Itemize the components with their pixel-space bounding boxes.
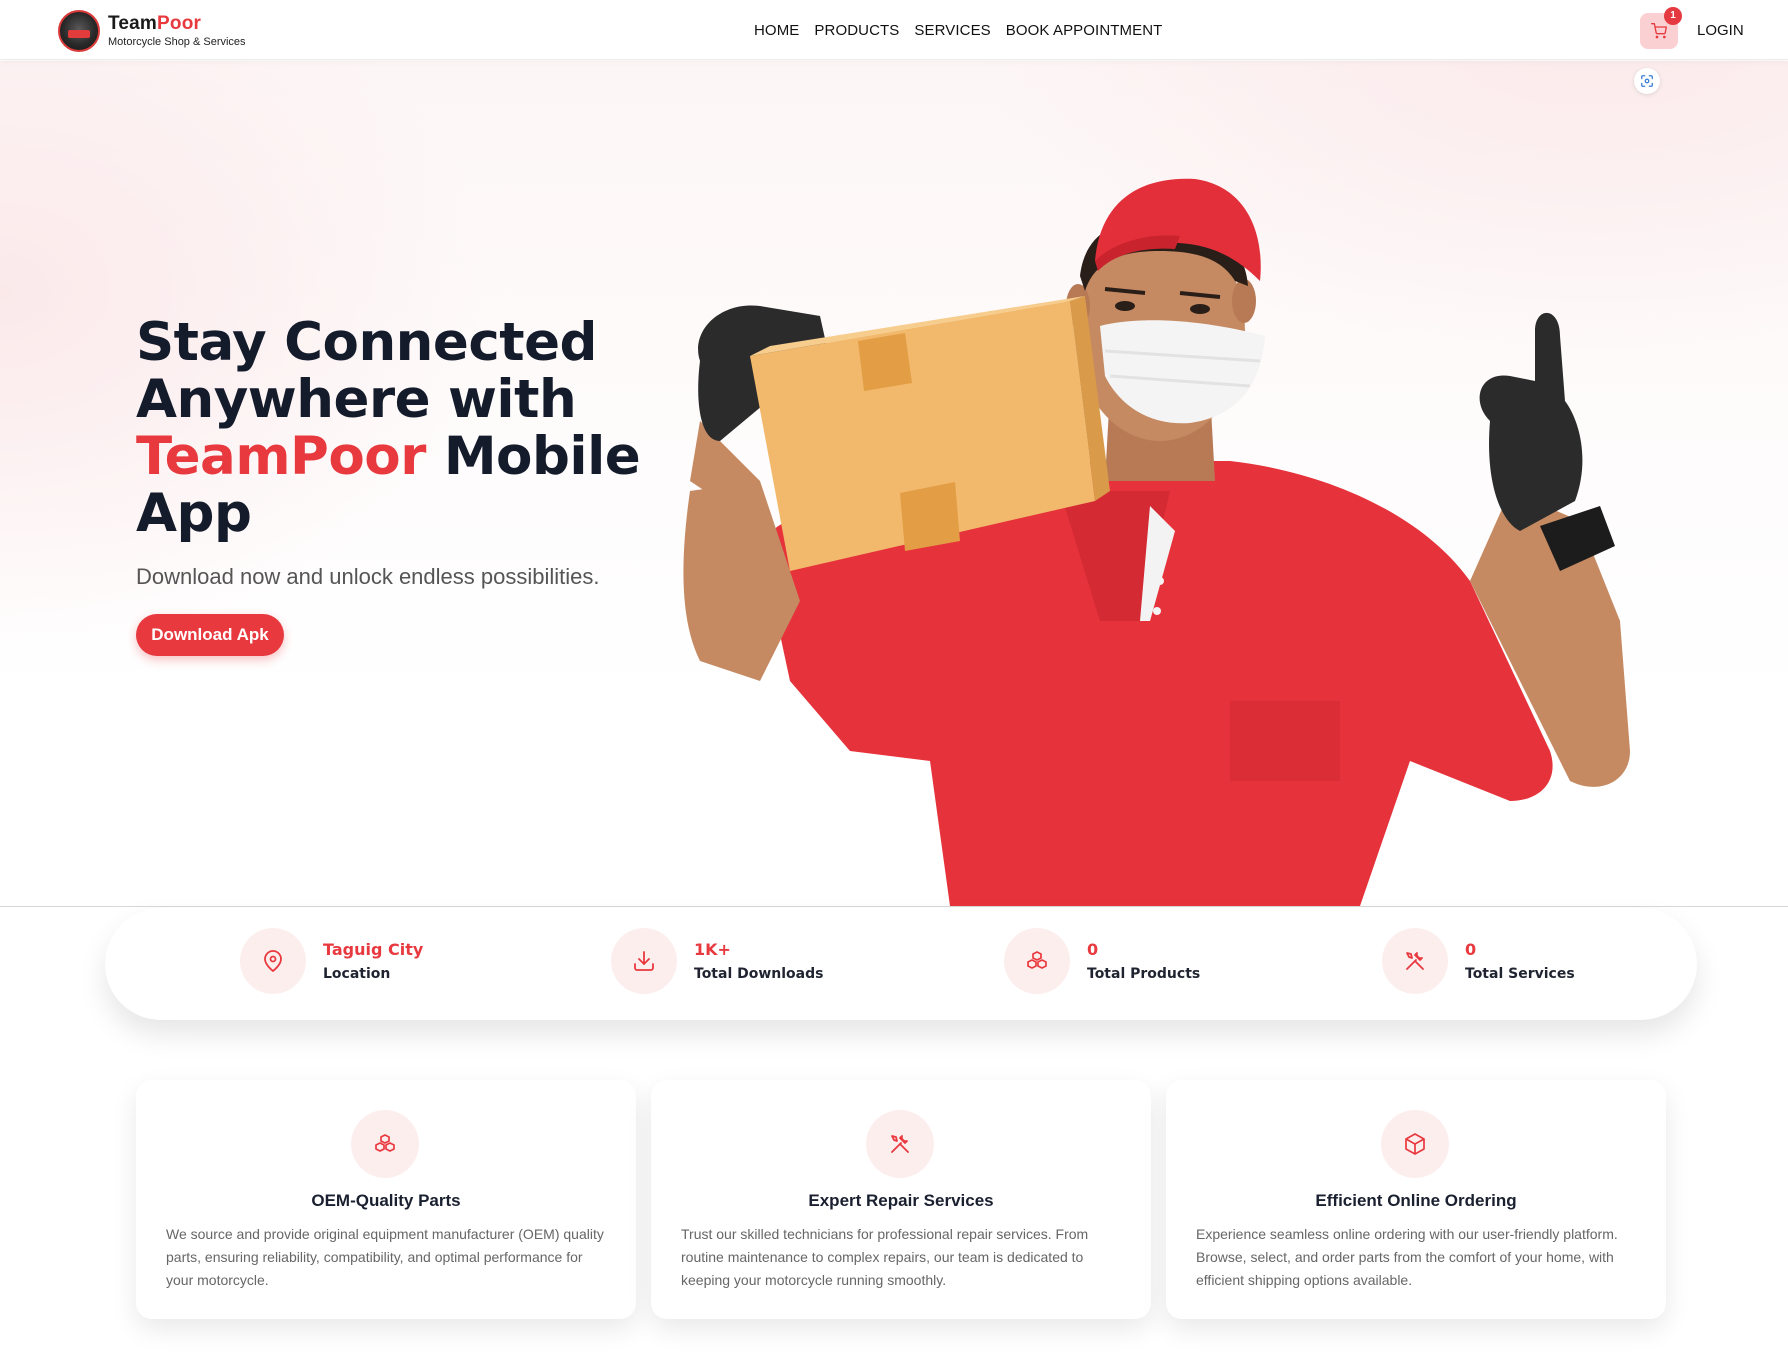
boxes-icon <box>1004 928 1070 994</box>
card-title: Efficient Online Ordering <box>1315 1191 1517 1210</box>
nav-services-link[interactable]: SERVICES <box>914 22 990 39</box>
stat-products: 0 Total Products <box>1004 928 1200 994</box>
brand-name-part2: Poor <box>157 13 202 34</box>
brand-name: TeamPoor <box>108 14 246 33</box>
scan-icon[interactable] <box>1634 68 1660 94</box>
boxes-icon <box>351 1110 419 1178</box>
brand-tagline: Motorcycle Shop & Services <box>108 36 246 48</box>
feature-card-oem-parts: OEM-Quality Parts We source and provide … <box>136 1080 636 1319</box>
brand-logo <box>58 10 100 52</box>
stats-bar: Taguig City Location 1K+ Total Downloads… <box>105 908 1697 1020</box>
card-title: Expert Repair Services <box>808 1191 994 1210</box>
stat-downloads: 1K+ Total Downloads <box>611 928 823 994</box>
stat-value: 1K+ <box>694 940 731 959</box>
hero-title-accent: TeamPoor <box>136 426 426 487</box>
stat-location: Taguig City Location <box>240 928 423 994</box>
brand-name-part1: Team <box>108 13 158 34</box>
card-description: We source and provide original equipment… <box>166 1226 604 1288</box>
navbar: TeamPoor Motorcycle Shop & Services HOME… <box>0 0 1788 60</box>
hero-section: Stay Connected Anywhere with TeamPoor Mo… <box>0 61 1788 906</box>
card-description: Trust our skilled technicians for profes… <box>681 1226 1089 1288</box>
card-description: Experience seamless online ordering with… <box>1196 1226 1618 1288</box>
nav-links: HOME PRODUCTS SERVICES BOOK APPOINTMENT <box>754 22 1177 39</box>
cart-button[interactable]: 1 <box>1640 7 1682 49</box>
nav-products-link[interactable]: PRODUCTS <box>814 22 899 39</box>
stat-services: 0 Total Services <box>1382 928 1575 994</box>
stat-value: Taguig City <box>323 940 424 959</box>
cart-icon <box>1651 23 1667 39</box>
nav-book-appointment-link[interactable]: BOOK APPOINTMENT <box>1006 22 1163 39</box>
nav-home-link[interactable]: HOME <box>754 22 799 39</box>
download-apk-button[interactable]: Download Apk <box>136 614 284 656</box>
tools-icon <box>866 1110 934 1178</box>
feature-card-online-ordering: Efficient Online Ordering Experience sea… <box>1166 1080 1666 1319</box>
hero-subtitle: Download now and unlock endless possibil… <box>136 564 600 589</box>
brand[interactable]: TeamPoor Motorcycle Shop & Services <box>58 10 246 52</box>
stat-label: Total Downloads <box>694 966 824 982</box>
hero-title-line1: Stay Connected Anywhere with <box>136 312 598 430</box>
hero-divider <box>0 906 1788 907</box>
location-pin-icon <box>240 928 306 994</box>
stat-label: Location <box>323 966 391 982</box>
stat-label: Total Services <box>1465 966 1575 982</box>
cart-count-badge: 1 <box>1664 7 1682 25</box>
stat-label: Total Products <box>1087 966 1201 982</box>
stat-value: 0 <box>1087 940 1099 959</box>
package-icon <box>1381 1110 1449 1178</box>
feature-card-repair-services: Expert Repair Services Trust our skilled… <box>651 1080 1151 1319</box>
brand-text: TeamPoor Motorcycle Shop & Services <box>108 14 246 48</box>
stat-value: 0 <box>1465 940 1477 959</box>
tools-icon <box>1382 928 1448 994</box>
card-title: OEM-Quality Parts <box>311 1191 461 1210</box>
login-link[interactable]: LOGIN <box>1697 22 1744 39</box>
download-icon <box>611 928 677 994</box>
hero-title: Stay Connected Anywhere with TeamPoor Mo… <box>136 314 656 542</box>
